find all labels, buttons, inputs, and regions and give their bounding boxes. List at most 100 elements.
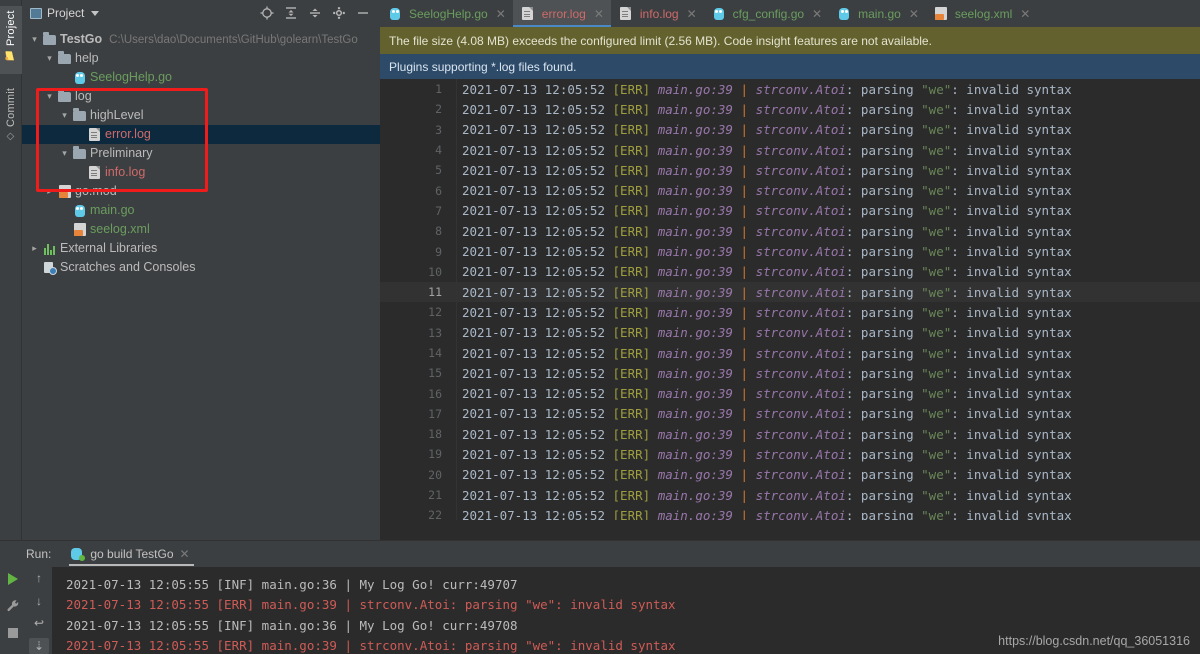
editor-line: 13 2021-07-13 12:05:52 [ERR] main.go:39 |… bbox=[380, 323, 1200, 343]
stop-button[interactable] bbox=[3, 624, 23, 642]
tree-item-seeloghelp-go[interactable]: ▾SeelogHelp.go bbox=[22, 68, 380, 87]
line-number: 5 bbox=[435, 163, 442, 178]
gear-icon[interactable] bbox=[331, 6, 346, 21]
chevron-down-icon[interactable]: ▾ bbox=[58, 148, 71, 159]
close-icon[interactable]: ✕ bbox=[687, 7, 697, 21]
project-panel: Project ▾ TestGo C:\Users\dao\Documents\… bbox=[22, 0, 380, 540]
close-icon[interactable]: ✕ bbox=[496, 7, 506, 21]
close-icon[interactable]: ✕ bbox=[1020, 7, 1030, 21]
tree-item-highlevel[interactable]: ▾ highLevel bbox=[22, 106, 380, 125]
project-title-dropdown[interactable]: Project bbox=[30, 6, 100, 20]
run-panel: Run: go build TestGo ✕ ↑ ↓ ↩ ⇣ 2021-07-1… bbox=[0, 540, 1200, 654]
tree-item-main-go[interactable]: ▾main.go bbox=[22, 201, 380, 220]
next-occurrence-button[interactable]: ↓ bbox=[29, 593, 49, 610]
sidebar-item-commit-label: Commit bbox=[5, 88, 17, 128]
tree-item-testgo[interactable]: ▾ TestGo C:\Users\dao\Documents\GitHub\gol… bbox=[22, 30, 380, 49]
console-line: 2021-07-13 12:05:55 [INF] main.go:36 | M… bbox=[66, 576, 518, 592]
chevron-down-icon[interactable]: ▾ bbox=[58, 110, 71, 121]
close-icon[interactable]: ✕ bbox=[180, 547, 190, 561]
tab-seeloghelp-go[interactable]: SeelogHelp.go ✕ bbox=[380, 0, 513, 27]
tree-item-label: log bbox=[75, 89, 92, 103]
arrow-up-icon: ↑ bbox=[36, 571, 42, 586]
tree-item-label: go.mod bbox=[75, 184, 117, 198]
tree-item-scratches-and-consoles[interactable]: ▾Scratches and Consoles bbox=[22, 258, 380, 277]
rerun-button[interactable] bbox=[3, 570, 23, 588]
line-content: 2021-07-13 12:05:52 [ERR] main.go:39 | s… bbox=[462, 203, 1072, 219]
close-icon[interactable]: ✕ bbox=[909, 7, 919, 21]
scroll-to-end-button[interactable]: ⇣ bbox=[29, 637, 49, 654]
tab-seelog-xml[interactable]: seelog.xml ✕ bbox=[926, 0, 1037, 27]
line-number: 16 bbox=[428, 386, 442, 401]
line-content: 2021-07-13 12:05:52 [ERR] main.go:39 | s… bbox=[462, 223, 1072, 239]
tree-item-go-mod[interactable]: ▸ go.mod bbox=[22, 182, 380, 201]
project-icon bbox=[30, 7, 42, 19]
scroll-end-icon: ⇣ bbox=[33, 638, 45, 653]
tab-label: info.log bbox=[639, 6, 679, 21]
editor-line: 14 2021-07-13 12:05:52 [ERR] main.go:39 |… bbox=[380, 343, 1200, 363]
editor-line: 9 2021-07-13 12:05:52 [ERR] main.go:39 | … bbox=[380, 241, 1200, 261]
line-number: 17 bbox=[428, 406, 442, 421]
sidebar-item-project[interactable]: 📁 Project bbox=[0, 6, 22, 74]
tab-main-go[interactable]: main.go ✕ bbox=[829, 0, 926, 27]
folder-icon bbox=[43, 31, 56, 45]
tree-item-label: Scratches and Consoles bbox=[60, 260, 196, 274]
go-file-icon bbox=[74, 71, 86, 85]
file-size-warning: The file size (4.08 MB) exceeds the conf… bbox=[380, 27, 1200, 54]
tab-info-log[interactable]: info.log ✕ bbox=[611, 0, 704, 27]
project-toolbar bbox=[259, 6, 374, 21]
tree-item-external-libraries[interactable]: ▸ External Libraries bbox=[22, 239, 380, 258]
console-line: 2021-07-13 12:05:55 [INF] main.go:36 | M… bbox=[66, 617, 518, 633]
line-content: 2021-07-13 12:05:52 [ERR] main.go:39 | s… bbox=[462, 304, 1072, 320]
commit-icon: ◇ bbox=[5, 131, 17, 143]
line-content: 2021-07-13 12:05:52 [ERR] main.go:39 | s… bbox=[462, 101, 1072, 117]
line-content: 2021-07-13 12:05:52 [ERR] main.go:39 | s… bbox=[462, 325, 1072, 341]
line-content: 2021-07-13 12:05:52 [ERR] main.go:39 | s… bbox=[462, 365, 1072, 381]
line-number: 14 bbox=[428, 346, 442, 360]
collapse-all-icon[interactable] bbox=[307, 6, 322, 21]
close-icon[interactable]: ✕ bbox=[812, 7, 822, 21]
editor-line: 22 2021-07-13 12:05:52 [ERR] main.go:39 |… bbox=[380, 505, 1200, 520]
chevron-right-icon[interactable]: ▸ bbox=[43, 186, 56, 197]
editor-line: 18 2021-07-13 12:05:52 [ERR] main.go:39 |… bbox=[380, 424, 1200, 444]
line-number: 4 bbox=[435, 143, 442, 158]
chevron-down-icon[interactable]: ▾ bbox=[28, 34, 41, 45]
locate-icon[interactable] bbox=[259, 6, 274, 21]
tree-item-log[interactable]: ▾ log bbox=[22, 87, 380, 106]
go-file-icon bbox=[74, 204, 86, 218]
editor-line: 11 2021-07-13 12:05:52 [ERR] main.go:39 |… bbox=[380, 281, 1200, 303]
go-file-icon bbox=[838, 7, 850, 21]
line-number: 13 bbox=[428, 325, 442, 340]
line-content: 2021-07-13 12:05:52 [ERR] main.go:39 | s… bbox=[462, 507, 1072, 520]
tree-item-seelog-xml[interactable]: ▾seelog.xml bbox=[22, 220, 380, 239]
chevron-down-icon[interactable]: ▾ bbox=[43, 53, 56, 64]
sidebar-item-commit[interactable]: ◇ Commit bbox=[0, 84, 22, 152]
folder-icon bbox=[58, 50, 71, 64]
tree-item-help[interactable]: ▾ help bbox=[22, 49, 380, 68]
editor-content[interactable]: 1 2021-07-13 12:05:52 [ERR] main.go:39 | … bbox=[380, 79, 1200, 520]
tab-cfg-config-go[interactable]: cfg_config.go ✕ bbox=[704, 0, 829, 27]
line-content: 2021-07-13 12:05:52 [ERR] main.go:39 | s… bbox=[462, 264, 1072, 280]
settings-button[interactable] bbox=[3, 597, 23, 615]
line-content: 2021-07-13 12:05:52 [ERR] main.go:39 | s… bbox=[462, 467, 1072, 483]
line-number: 12 bbox=[428, 305, 442, 320]
chevron-right-icon[interactable]: ▸ bbox=[28, 243, 41, 254]
line-content: 2021-07-13 12:05:52 [ERR] main.go:39 | s… bbox=[462, 345, 1072, 361]
tab-label: cfg_config.go bbox=[732, 6, 805, 21]
expand-all-icon[interactable] bbox=[283, 6, 298, 21]
tree-item-error-log[interactable]: ▾error.log bbox=[22, 125, 380, 144]
left-tool-strip: 📁 Project ◇ Commit bbox=[0, 0, 22, 540]
folder-icon bbox=[73, 107, 86, 121]
minimize-icon[interactable] bbox=[355, 6, 370, 21]
tree-item-preliminary[interactable]: ▾ Preliminary bbox=[22, 144, 380, 163]
run-tab-go-build[interactable]: go build TestGo ✕ bbox=[69, 541, 197, 567]
tab-label: error.log bbox=[541, 6, 586, 21]
xml-file-icon bbox=[73, 223, 86, 236]
tab-error-log[interactable]: error.log ✕ bbox=[512, 0, 611, 27]
prev-occurrence-button[interactable]: ↑ bbox=[29, 570, 49, 587]
editor-line: 7 2021-07-13 12:05:52 [ERR] main.go:39 | … bbox=[380, 201, 1200, 221]
chevron-down-icon[interactable]: ▾ bbox=[43, 91, 56, 102]
tree-item-label: External Libraries bbox=[60, 241, 158, 255]
tree-item-info-log[interactable]: ▾info.log bbox=[22, 163, 380, 182]
soft-wrap-button[interactable]: ↩ bbox=[29, 615, 49, 632]
close-icon[interactable]: ✕ bbox=[594, 7, 604, 21]
